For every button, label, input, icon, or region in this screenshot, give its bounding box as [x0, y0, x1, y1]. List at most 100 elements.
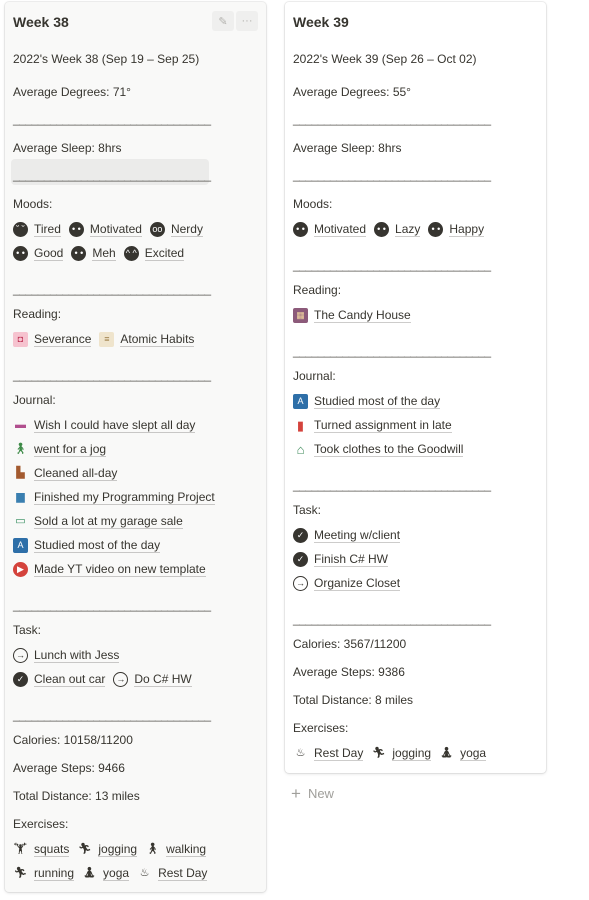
journal-entry-label: Wish I could have slept all day — [34, 418, 196, 433]
reading-row: ◘ Severance ≡ Atomic Habits — [13, 332, 202, 347]
moods-label: Moods: — [13, 197, 53, 211]
journal-label: Journal: — [13, 393, 56, 407]
mood-chip[interactable]: oo Nerdy — [149, 222, 203, 237]
exercises-row: 🏋︎ squats 🏃︎ jogging 🚶︎ walking — [13, 842, 214, 857]
journal-entry-label: Turned assignment in late — [314, 418, 452, 433]
exercise-chip[interactable]: 🧘︎ yoga — [439, 746, 487, 761]
mood-chip[interactable]: • • Happy — [428, 222, 485, 237]
task-item[interactable]: → Organize Closet — [293, 576, 401, 591]
mood-chip[interactable]: • • Motivated — [68, 222, 142, 237]
card-title[interactable]: Week 39 — [293, 14, 349, 30]
task-item[interactable]: ✓ Finish C# HW — [293, 552, 389, 567]
journal-entry[interactable]: ▭ Sold a lot at my garage sale — [13, 514, 183, 529]
exercise-label: running — [34, 866, 75, 881]
mood-chip[interactable]: • • Motivated — [293, 222, 367, 237]
running-figure-icon: 🏃︎ — [371, 747, 386, 759]
exercise-chip[interactable]: 🏃︎ jogging — [77, 842, 138, 857]
divider: ________________________________ — [293, 612, 491, 626]
mood-chip[interactable]: • • Meh — [71, 246, 116, 261]
study-book-icon: A — [293, 394, 308, 409]
reading-chip[interactable]: ◘ Severance — [13, 332, 92, 347]
tired-face-icon: ˘ ˘ — [13, 222, 28, 237]
task-chip[interactable]: → Lunch with Jess — [13, 648, 120, 663]
exercise-chip[interactable]: ♨ Rest Day — [293, 746, 364, 761]
journal-entry[interactable]: ▬ Wish I could have slept all day — [13, 418, 196, 433]
running-figure-icon: 🏃︎ — [13, 867, 28, 879]
average-steps: Average Steps: 9386 — [293, 665, 405, 679]
exercise-label: squats — [34, 842, 70, 857]
boot-icon: ▙ — [16, 467, 25, 479]
new-card-label: New — [307, 786, 334, 801]
mood-label: Motivated — [314, 222, 367, 237]
exercise-label: yoga — [460, 746, 487, 761]
exercise-chip[interactable]: ♨ Rest Day — [137, 866, 208, 881]
task-chip[interactable]: ✓ Clean out car — [13, 672, 106, 687]
journal-entry-label: Cleaned all-day — [34, 466, 118, 481]
exercise-chip[interactable]: 🏃︎ jogging — [371, 746, 432, 761]
exercises-label: Exercises: — [293, 721, 349, 735]
mood-chip[interactable]: ˘ ˘ Tired — [13, 222, 61, 237]
bed-icon: ▬ — [15, 419, 26, 431]
journal-entry[interactable]: 🚶︎ went for a jog — [13, 442, 107, 457]
board-card-week-38[interactable]: ✎ ··· Week 38 2022's Week 38 (Sep 19 – S… — [5, 2, 266, 892]
divider: ________________________________ — [13, 598, 211, 612]
reading-label-text: Severance — [34, 332, 92, 347]
exercise-chip[interactable]: 🏋︎ squats — [13, 842, 70, 857]
mood-chip[interactable]: • • Good — [13, 246, 64, 261]
task-label-text: Meeting w/client — [314, 528, 401, 543]
yoga-figure-icon: 🧘︎ — [439, 747, 454, 759]
task-label-text: Finish C# HW — [314, 552, 389, 567]
task-item[interactable]: ✓ Meeting w/client — [293, 528, 401, 543]
tasks-row: ✓ Clean out car → Do C# HW — [13, 672, 200, 687]
mood-chip[interactable]: ^ ^ Excited — [123, 246, 185, 261]
reading-label-text: Atomic Habits — [120, 332, 195, 347]
grinning-face-icon: ^ ^ — [123, 246, 139, 261]
mood-label: Lazy — [395, 222, 421, 237]
reading-chip[interactable]: ≡ Atomic Habits — [99, 332, 195, 347]
card-subtitle: 2022's Week 39 (Sep 26 – Oct 02) — [293, 52, 477, 66]
journal-entry-label: Sold a lot at my garage sale — [34, 514, 183, 529]
journal-entry[interactable]: A Studied most of the day — [293, 394, 441, 409]
study-book-icon: A — [13, 538, 28, 553]
divider: ________________________________ — [13, 282, 211, 296]
journal-entry-label: Studied most of the day — [314, 394, 441, 409]
task-label: Task: — [293, 503, 322, 517]
more-options-icon[interactable]: ··· — [236, 11, 258, 31]
reading-chip[interactable]: ▦ The Candy House — [293, 308, 411, 323]
mood-label: Motivated — [89, 222, 142, 237]
mood-label: Nerdy — [170, 222, 203, 237]
journal-entry[interactable]: ▆ Finished my Programming Project — [13, 490, 215, 505]
divider: ________________________________ — [13, 112, 211, 126]
journal-entry[interactable]: ⌂ Took clothes to the Goodwill — [293, 442, 464, 457]
journal-entry[interactable]: ▶ Made YT video on new template — [13, 562, 206, 577]
journal-entry-label: Finished my Programming Project — [34, 490, 215, 505]
task-chip-label: Do C# HW — [134, 672, 192, 687]
check-circle-icon: ✓ — [293, 528, 308, 543]
task-chip[interactable]: → Do C# HW — [113, 672, 192, 687]
exercise-chip[interactable]: 🧘︎ yoga — [82, 866, 130, 881]
journal-entry-label: went for a jog — [34, 442, 107, 457]
squat-figure-icon: 🏋︎ — [13, 843, 28, 855]
mood-label: Happy — [449, 222, 485, 237]
exercise-chip[interactable]: 🚶︎ walking — [145, 842, 207, 857]
board-card-week-39[interactable]: Week 39 2022's Week 39 (Sep 26 – Oct 02)… — [285, 2, 546, 773]
average-degrees: Average Degrees: 71° — [13, 85, 131, 99]
average-degrees: Average Degrees: 55° — [293, 85, 411, 99]
neutral-face-icon: • • — [71, 246, 87, 261]
document-icon: ▮ — [296, 418, 305, 433]
journal-entry[interactable]: ▮ Turned assignment in late — [293, 418, 452, 433]
journal-entry-label: Took clothes to the Goodwill — [314, 442, 464, 457]
total-distance: Total Distance: 13 miles — [13, 789, 140, 803]
resting-figure-icon: ♨ — [139, 867, 150, 879]
moods-row: • • Good • • Meh ^ ^ Excited — [13, 246, 192, 261]
divider: ________________________________ — [293, 258, 491, 272]
exercises-row: 🏃︎ running 🧘︎ yoga ♨ Rest Day — [13, 866, 215, 881]
smiling-face-icon: • • — [68, 222, 84, 237]
journal-entry[interactable]: A Studied most of the day — [13, 538, 161, 553]
card-title[interactable]: Week 38 — [13, 14, 69, 30]
new-card-button[interactable]: + New — [291, 785, 334, 802]
mood-chip[interactable]: • • Lazy — [374, 222, 421, 237]
exercise-chip[interactable]: 🏃︎ running — [13, 866, 75, 881]
edit-pencil-icon[interactable]: ✎ — [212, 11, 234, 31]
journal-entry[interactable]: ▙ Cleaned all-day — [13, 466, 118, 481]
